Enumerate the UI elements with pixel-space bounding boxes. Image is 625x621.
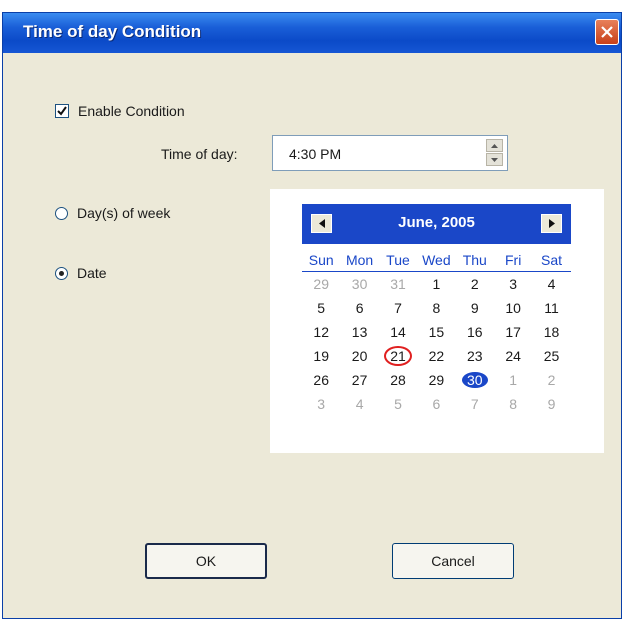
close-button[interactable] — [595, 19, 619, 45]
day-cell[interactable]: 7 — [379, 300, 417, 316]
day-cell[interactable]: 29 — [302, 276, 340, 292]
days-of-week-option[interactable]: Day(s) of week — [55, 205, 170, 221]
dialog-body: Enable Condition Time of day: 4:30 PM Da… — [3, 53, 621, 618]
calendar-grid: Sun Mon Tue Wed Thu Fri Sat 29 30 31 1 2… — [302, 249, 571, 416]
week-row: 3 4 5 6 7 8 9 — [302, 392, 571, 416]
day-cell[interactable]: 9 — [532, 396, 570, 412]
day-cell[interactable]: 28 — [379, 372, 417, 388]
day-cell[interactable]: 30 — [340, 276, 378, 292]
window-title: Time of day Condition — [23, 22, 202, 41]
week-row: 26 27 28 29 30 1 2 — [302, 368, 571, 392]
day-cell[interactable]: 27 — [340, 372, 378, 388]
day-cell[interactable]: 18 — [532, 324, 570, 340]
day-cell[interactable]: 6 — [417, 396, 455, 412]
dialog-window: Time of day Condition Enable Condition T… — [2, 12, 622, 619]
time-of-day-input[interactable]: 4:30 PM — [272, 135, 508, 171]
day-cell[interactable]: 5 — [302, 300, 340, 316]
weekday-label: Sat — [541, 252, 563, 268]
day-cell[interactable]: 2 — [456, 276, 494, 292]
weekday-header-row: Sun Mon Tue Wed Thu Fri Sat — [302, 249, 571, 272]
day-cell[interactable]: 26 — [302, 372, 340, 388]
day-cell[interactable]: 6 — [340, 300, 378, 316]
weekday-label: Mon — [345, 252, 374, 268]
days-of-week-label: Day(s) of week — [77, 205, 171, 221]
close-icon — [601, 26, 613, 38]
enable-condition-row[interactable]: Enable Condition — [55, 103, 185, 119]
weekday-label: Sun — [308, 252, 334, 268]
enable-condition-label: Enable Condition — [78, 103, 185, 119]
week-row: 29 30 31 1 2 3 4 — [302, 272, 571, 296]
day-cell[interactable]: 1 — [494, 372, 532, 388]
week-row: 12 13 14 15 16 17 18 — [302, 320, 571, 344]
date-option[interactable]: Date — [55, 265, 107, 281]
day-cell[interactable]: 17 — [494, 324, 532, 340]
day-cell[interactable]: 9 — [456, 300, 494, 316]
day-cell[interactable]: 11 — [532, 300, 570, 316]
selected-day-cell[interactable]: 30 — [456, 372, 494, 388]
day-cell[interactable]: 31 — [379, 276, 417, 292]
arrow-right-icon — [548, 219, 555, 228]
today-day-cell[interactable]: 21 — [379, 346, 417, 366]
day-cell[interactable]: 19 — [302, 348, 340, 364]
day-cell[interactable]: 25 — [532, 348, 570, 364]
check-icon — [57, 106, 67, 116]
today-marker: 21 — [384, 346, 412, 366]
day-cell[interactable]: 14 — [379, 324, 417, 340]
enable-condition-checkbox[interactable] — [55, 104, 69, 118]
weekday-label: Thu — [462, 252, 487, 268]
day-cell[interactable]: 23 — [456, 348, 494, 364]
day-cell[interactable]: 8 — [494, 396, 532, 412]
weekday-label: Tue — [386, 252, 410, 268]
selected-day-marker: 30 — [461, 372, 488, 388]
day-cell[interactable]: 3 — [302, 396, 340, 412]
calendar-header: June, 2005 — [302, 204, 571, 244]
day-cell[interactable]: 12 — [302, 324, 340, 340]
spin-up-button[interactable] — [486, 139, 503, 152]
time-of-day-label: Time of day: — [161, 146, 238, 162]
day-cell[interactable]: 7 — [456, 396, 494, 412]
week-row: 5 6 7 8 9 10 11 — [302, 296, 571, 320]
cancel-button[interactable]: Cancel — [392, 543, 514, 579]
chevron-down-icon — [491, 157, 498, 162]
week-row: 19 20 21 22 23 24 25 — [302, 344, 571, 368]
ok-button[interactable]: OK — [145, 543, 267, 579]
spin-down-button[interactable] — [486, 153, 503, 166]
day-cell[interactable]: 10 — [494, 300, 532, 316]
day-cell[interactable]: 22 — [417, 348, 455, 364]
day-cell[interactable]: 5 — [379, 396, 417, 412]
days-of-week-radio[interactable] — [55, 206, 68, 220]
time-of-day-value[interactable]: 4:30 PM — [289, 146, 341, 162]
day-cell[interactable]: 13 — [340, 324, 378, 340]
month-label: June, 2005 — [398, 214, 475, 231]
day-cell[interactable]: 4 — [532, 276, 570, 292]
day-cell[interactable]: 16 — [456, 324, 494, 340]
day-cell[interactable]: 15 — [417, 324, 455, 340]
day-cell[interactable]: 4 — [340, 396, 378, 412]
weekday-label: Wed — [422, 252, 451, 268]
next-month-button[interactable] — [541, 214, 562, 233]
time-spinner[interactable] — [486, 139, 503, 167]
date-radio[interactable] — [55, 266, 68, 280]
day-cell[interactable]: 24 — [494, 348, 532, 364]
day-cell[interactable]: 20 — [340, 348, 378, 364]
day-cell[interactable]: 8 — [417, 300, 455, 316]
date-label: Date — [77, 265, 107, 281]
day-cell[interactable]: 29 — [417, 372, 455, 388]
title-bar[interactable]: Time of day Condition — [3, 13, 621, 53]
day-cell[interactable]: 3 — [494, 276, 532, 292]
calendar: June, 2005 Sun Mon Tue Wed Thu Fri Sat 2… — [270, 189, 604, 453]
weekday-label: Fri — [504, 252, 522, 268]
day-cell[interactable]: 1 — [417, 276, 455, 292]
chevron-up-icon — [491, 143, 498, 148]
day-cell[interactable]: 2 — [532, 372, 570, 388]
